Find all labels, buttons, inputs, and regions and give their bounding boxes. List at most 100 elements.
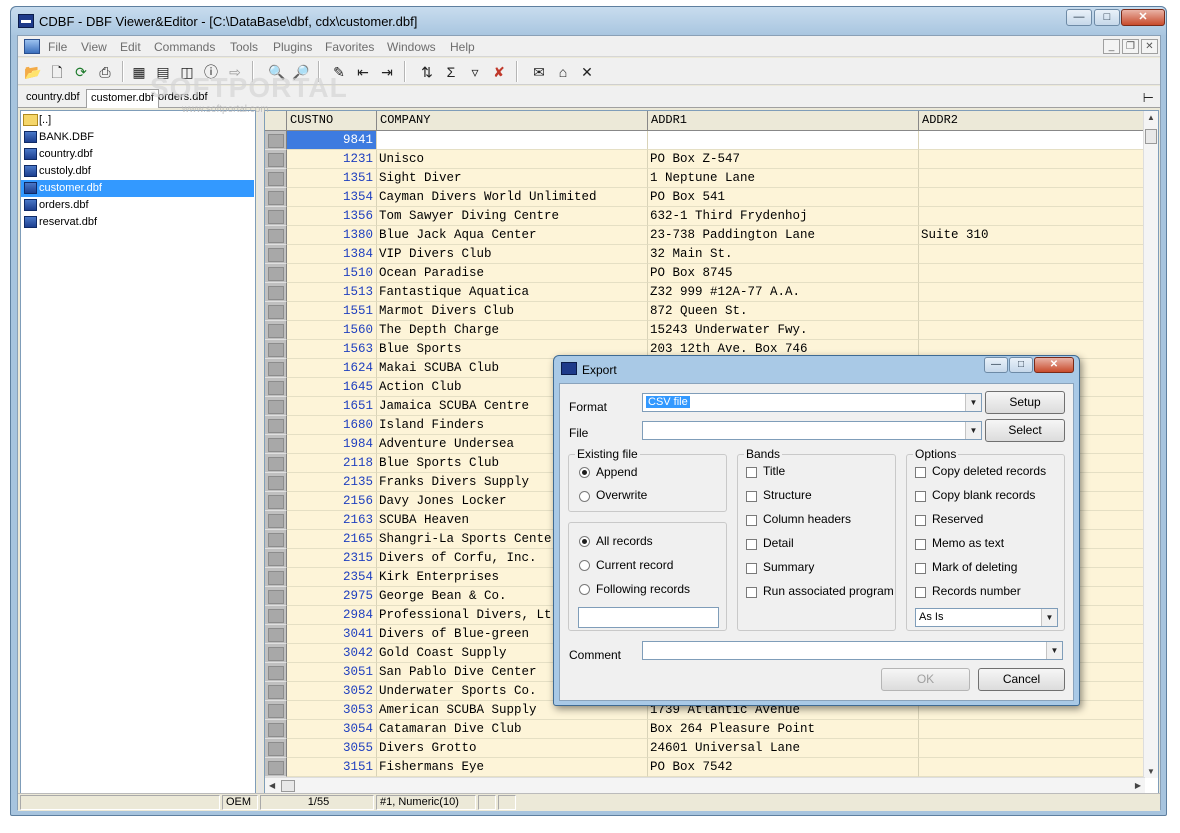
chevron-down-icon[interactable]: ▼ [1046,642,1062,659]
row-selector[interactable] [265,530,287,549]
row-selector[interactable] [265,150,287,169]
row-selector[interactable] [265,207,287,226]
cell-addr1[interactable]: 32 Main St. [648,245,919,264]
mark-deleting-checkbox[interactable] [915,563,926,574]
chevron-down-icon[interactable]: ▼ [1041,609,1057,626]
row-selector[interactable] [265,435,287,454]
cell-company[interactable]: Marmot Divers Club [377,302,648,321]
menu-view[interactable]: View [81,40,107,54]
table-row[interactable]: 9841 [265,131,1145,150]
file-list-item[interactable]: reservat.dbf [21,214,254,231]
memo-as-text-checkbox[interactable] [915,539,926,550]
cell-addr1[interactable]: 15243 Underwater Fwy. [648,321,919,340]
cell-company[interactable]: Fishermans Eye [377,758,648,777]
cell-addr1[interactable]: 632-1 Third Frydenhoj [648,207,919,226]
cell-company[interactable]: Fantastique Aquatica [377,283,648,302]
structure-label[interactable]: Structure [763,488,812,502]
cell-custno[interactable]: 3054 [287,720,377,739]
row-selector[interactable] [265,131,287,150]
print-icon[interactable]: ⎙ [96,63,114,81]
filter-icon[interactable]: ▿ [466,63,484,81]
row-selector[interactable] [265,340,287,359]
mail-icon[interactable]: ✉ [530,63,548,81]
cell-company[interactable] [377,131,648,150]
new-icon[interactable]: 🗋 [48,63,66,81]
detail-checkbox[interactable] [746,539,757,550]
cell-addr1[interactable]: Z32 999 #12A-77 A.A. [648,283,919,302]
row-selector[interactable] [265,644,287,663]
column-header-addr1[interactable]: ADDR1 [648,111,919,131]
records-number-label[interactable]: Records number [932,584,1021,598]
records-number-checkbox[interactable] [915,587,926,598]
run-program-checkbox[interactable] [746,587,757,598]
vertical-scrollbar[interactable]: ▲ ▼ [1143,111,1158,778]
file-list-item[interactable]: BANK.DBF [21,129,254,146]
row-selector[interactable] [265,283,287,302]
table-row[interactable]: 1380 Blue Jack Aqua Center 23-738 Paddingt… [265,226,1145,245]
menu-edit[interactable]: Edit [120,40,141,54]
table-view-icon[interactable]: ▦ [130,63,148,81]
cell-company[interactable]: Cayman Divers World Unlimited [377,188,648,207]
cell-custno[interactable]: 1231 [287,150,377,169]
cell-addr2[interactable] [919,758,1145,777]
cell-addr1[interactable]: 24601 Universal Lane [648,739,919,758]
format-select[interactable]: CSV file ▼ [642,393,982,412]
cell-company[interactable]: Unisco [377,150,648,169]
column-header-custno[interactable]: CUSTNO [287,111,377,131]
dialog-maximize-button[interactable]: □ [1009,357,1033,373]
row-selector[interactable] [265,625,287,644]
cell-custno[interactable]: 1354 [287,188,377,207]
table-row[interactable]: 3054 Catamaran Dive Club Box 264 Pleasure … [265,720,1145,739]
row-selector[interactable] [265,739,287,758]
column-header-addr2[interactable]: ADDR2 [919,111,1145,131]
close-icon[interactable]: ✕ [578,63,596,81]
cell-custno[interactable]: 1551 [287,302,377,321]
cell-addr1[interactable]: 23-738 Paddington Lane [648,226,919,245]
row-selector[interactable] [265,188,287,207]
current-record-radio[interactable] [579,560,590,571]
cell-addr2[interactable] [919,283,1145,302]
cell-custno[interactable]: 2354 [287,568,377,587]
append-record-icon[interactable]: ⇥ [378,63,396,81]
column-header-company[interactable]: COMPANY [377,111,648,131]
scroll-left-icon[interactable]: ◀ [269,781,275,790]
table-row[interactable]: 1356 Tom Sawyer Diving Centre 632-1 Third … [265,207,1145,226]
append-label[interactable]: Append [596,465,637,479]
row-selector[interactable] [265,397,287,416]
chevron-down-icon[interactable]: ▼ [965,422,981,439]
cell-custno[interactable]: 3052 [287,682,377,701]
following-records-label[interactable]: Following records [596,582,690,596]
select-file-button[interactable]: Select [985,419,1065,442]
reserved-label[interactable]: Reserved [932,512,983,526]
pane-splitter[interactable] [258,110,263,794]
cell-custno[interactable]: 3053 [287,701,377,720]
mdi-minimize-button[interactable]: _ [1103,39,1120,54]
cell-addr1[interactable]: PO Box 7542 [648,758,919,777]
title-checkbox[interactable] [746,467,757,478]
cell-custno[interactable]: 1356 [287,207,377,226]
cell-custno[interactable]: 2984 [287,606,377,625]
cell-custno[interactable]: 1380 [287,226,377,245]
row-selector[interactable] [265,454,287,473]
setup-button[interactable]: Setup [985,391,1065,414]
cell-custno[interactable]: 1351 [287,169,377,188]
insert-record-icon[interactable]: ⇤ [354,63,372,81]
detail-label[interactable]: Detail [763,536,794,550]
cell-custno[interactable]: 1984 [287,435,377,454]
current-record-label[interactable]: Current record [596,558,673,572]
cell-custno[interactable]: 1624 [287,359,377,378]
overwrite-label[interactable]: Overwrite [596,488,647,502]
row-selector[interactable] [265,511,287,530]
dialog-title-bar[interactable]: Export — □ ✕ [554,356,1079,382]
cell-addr2[interactable] [919,739,1145,758]
cell-addr1[interactable] [648,131,919,150]
codepage-select[interactable]: As Is ▼ [915,608,1058,627]
menu-favorites[interactable]: Favorites [325,40,374,54]
row-selector[interactable] [265,416,287,435]
mark-deleting-label[interactable]: Mark of deleting [932,560,1017,574]
maximize-button[interactable]: □ [1094,9,1120,26]
cell-company[interactable]: Blue Jack Aqua Center [377,226,648,245]
cell-custno[interactable]: 3151 [287,758,377,777]
row-selector[interactable] [265,549,287,568]
cell-custno[interactable]: 1645 [287,378,377,397]
